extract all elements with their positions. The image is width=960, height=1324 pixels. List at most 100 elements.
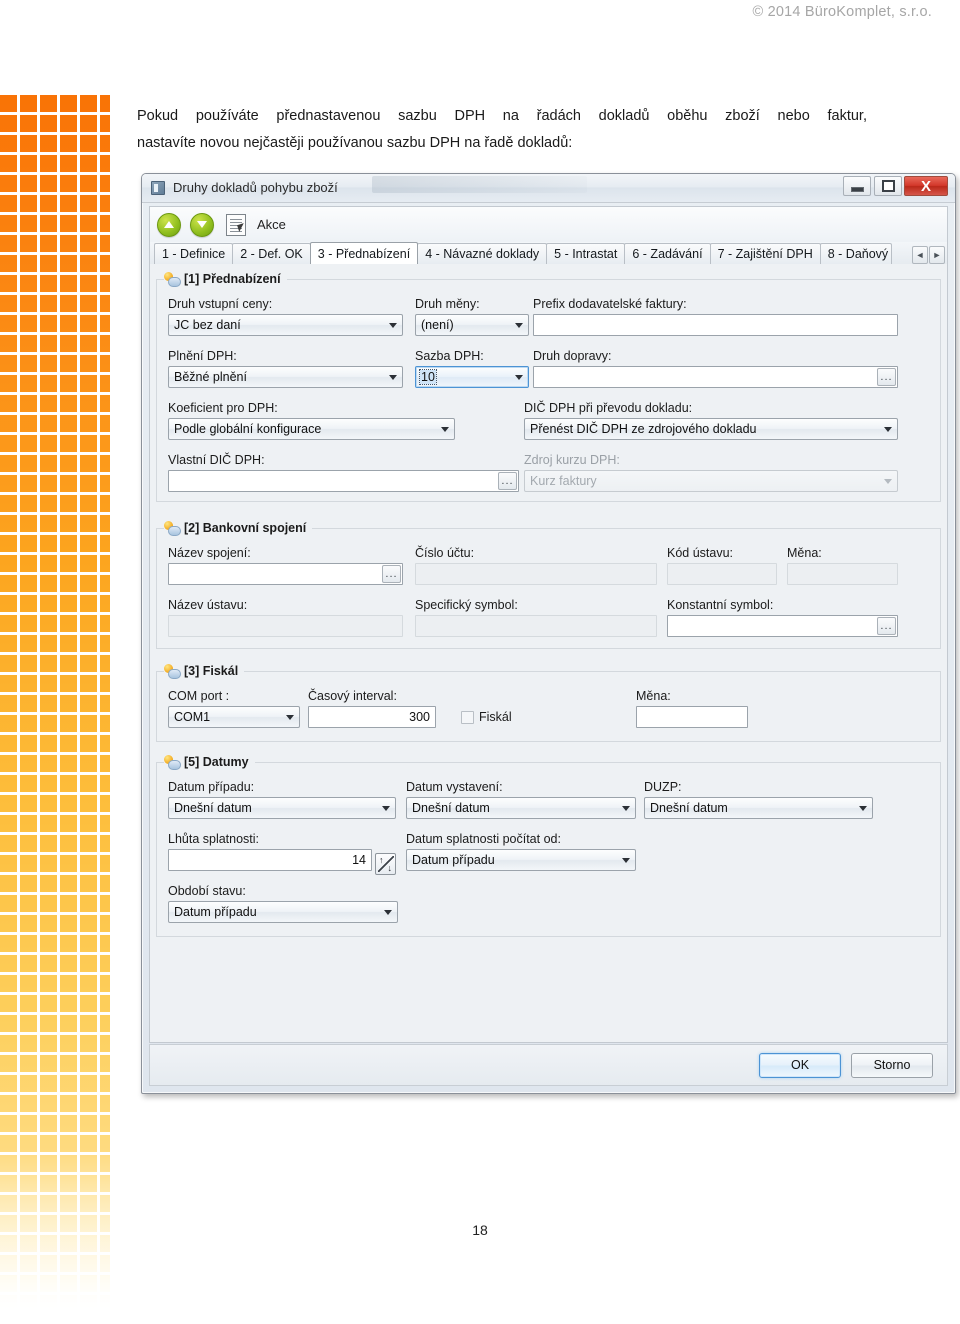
sun-cloud-icon bbox=[164, 272, 181, 287]
group-title-text: [1] Přednabízení bbox=[184, 272, 281, 286]
arrow-down-icon bbox=[197, 221, 207, 228]
field-cislo-uctu: Číslo účtu: bbox=[415, 546, 657, 585]
tab-3-prednabizeni[interactable]: 3 - Přednabízení bbox=[309, 242, 419, 264]
combo-druh-vstupni-ceny[interactable]: JC bez daní bbox=[168, 314, 403, 336]
combo-plneni-dph[interactable]: Běžné plnění bbox=[168, 366, 403, 388]
input-konstantni-symbol[interactable]: ... bbox=[667, 615, 898, 637]
field-nazev-ustavu: Název ústavu: bbox=[168, 598, 403, 637]
maximize-icon bbox=[875, 177, 901, 195]
input-vlastni-dic-dph[interactable]: ... bbox=[168, 470, 519, 492]
tab-5-intrastat[interactable]: 5 - Intrastat bbox=[546, 243, 626, 264]
combo-datum-vystaveni[interactable]: Dnešní datum bbox=[406, 797, 636, 819]
window-toolbar: Akce bbox=[149, 206, 948, 242]
combo-duzp[interactable]: Dnešní datum bbox=[644, 797, 873, 819]
field-mena-bank: Měna: bbox=[787, 546, 898, 585]
akce-menu-button[interactable]: Akce bbox=[257, 217, 286, 232]
browse-dots-button[interactable]: ... bbox=[498, 472, 517, 490]
label-cislo-uctu: Číslo účtu: bbox=[415, 546, 475, 560]
input-mena-fiskal[interactable] bbox=[636, 706, 748, 728]
checkbox-box-icon bbox=[461, 710, 474, 724]
label-obdobi-stavu: Období stavu: bbox=[168, 884, 246, 898]
tab-2-def-ok[interactable]: 2 - Def. OK bbox=[232, 243, 311, 264]
chevron-down-icon bbox=[389, 375, 397, 380]
checkbox-fiskal[interactable]: Fiskál bbox=[461, 710, 512, 724]
maximize-button[interactable] bbox=[874, 176, 902, 196]
paragraph-line-1: Pokud používáte přednastavenou sazbu DPH… bbox=[137, 108, 867, 124]
field-datum-vystaveni: Datum vystavení: Dnešní datum bbox=[406, 780, 636, 819]
tab-7-zajisteni-dph[interactable]: 7 - Zajištění DPH bbox=[709, 243, 821, 264]
storno-button[interactable]: Storno bbox=[851, 1052, 933, 1078]
ok-button[interactable]: OK bbox=[759, 1052, 841, 1078]
combo-obdobi-stavu[interactable]: Datum případu bbox=[168, 901, 398, 923]
input-lhuta-splatnosti[interactable]: 14 bbox=[168, 849, 372, 871]
chevron-down-icon bbox=[384, 910, 392, 915]
field-datum-pripadu: Datum případu: Dnešní datum bbox=[168, 780, 396, 819]
group-title-text: [3] Fiskál bbox=[184, 664, 239, 678]
decorative-grid-pattern bbox=[0, 95, 110, 1324]
field-vlastni-dic-dph: Vlastní DIČ DPH: ... bbox=[168, 453, 519, 492]
tab-6-zadavani[interactable]: 6 - Zadávání bbox=[624, 243, 711, 264]
combo-value: COM1 bbox=[174, 710, 211, 724]
input-casovy-interval[interactable]: 300 bbox=[308, 706, 436, 728]
tab-scroll-right-button[interactable]: ► bbox=[929, 246, 945, 264]
label-casovy-interval: Časový interval: bbox=[308, 689, 397, 703]
field-fiskal-checkbox: Fiskál bbox=[461, 710, 512, 724]
tab-1-definice[interactable]: 1 - Definice bbox=[154, 243, 234, 264]
document-cursor-icon[interactable] bbox=[226, 213, 246, 236]
browse-dots-button[interactable]: ... bbox=[877, 617, 896, 635]
field-casovy-interval: Časový interval: 300 bbox=[308, 689, 436, 728]
label-specificky-symbol: Specifický symbol: bbox=[415, 598, 518, 612]
combo-datum-pripadu[interactable]: Dnešní datum bbox=[168, 797, 396, 819]
combo-dic-dph-prevod[interactable]: Přenést DIČ DPH ze zdrojového dokladu bbox=[524, 418, 898, 440]
group-prednabizeni: [1] Přednabízení Druh vstupní ceny: JC b… bbox=[156, 270, 941, 502]
sun-cloud-icon bbox=[164, 755, 181, 770]
group-title-bankovni-spojeni: [2] Bankovní spojení bbox=[164, 519, 313, 537]
combo-sazba-dph[interactable]: 10 bbox=[415, 366, 529, 388]
browse-dots-button[interactable]: ... bbox=[877, 368, 896, 386]
move-down-button[interactable] bbox=[190, 212, 214, 237]
input-prefix-faktury[interactable] bbox=[533, 314, 898, 336]
combo-datum-splatnosti-od[interactable]: Datum případu bbox=[406, 849, 636, 871]
label-kod-ustavu: Kód ústavu: bbox=[667, 546, 734, 560]
group-bankovni-spojeni: [2] Bankovní spojení Název spojení: ... … bbox=[156, 519, 941, 649]
tab-8-danovy[interactable]: 8 - Daňový bbox=[819, 243, 892, 264]
combo-com-port[interactable]: COM1 bbox=[168, 706, 300, 728]
field-kod-ustavu: Kód ústavu: bbox=[667, 546, 777, 585]
label-prefix-faktury: Prefix dodavatelské faktury: bbox=[533, 297, 687, 311]
field-sazba-dph: Sazba DPH: 10 bbox=[415, 349, 529, 388]
combo-value: JC bez daní bbox=[174, 318, 241, 332]
tab-scroll-left-button[interactable]: ◄ bbox=[912, 246, 928, 264]
combo-value: Přenést DIČ DPH ze zdrojového dokladu bbox=[530, 422, 757, 436]
close-icon: X bbox=[920, 177, 931, 195]
label-sazba-dph: Sazba DPH: bbox=[415, 349, 484, 363]
input-nazev-spojeni[interactable]: ... bbox=[168, 563, 403, 585]
chevron-down-icon bbox=[884, 427, 892, 432]
chevron-down-icon bbox=[859, 806, 867, 811]
combo-value: Datum případu bbox=[174, 905, 257, 919]
sun-cloud-icon bbox=[164, 664, 181, 679]
input-druh-dopravy[interactable]: ... bbox=[533, 366, 898, 388]
tab-strip: 1 - Definice 2 - Def. OK 3 - Přednabízen… bbox=[149, 242, 948, 264]
minimize-button[interactable] bbox=[843, 176, 871, 196]
label-zdroj-kurzu-dph: Zdroj kurzu DPH: bbox=[524, 453, 620, 467]
tab-4-navazne-doklady[interactable]: 4 - Návazné doklady bbox=[417, 243, 548, 264]
label-lhuta-splatnosti: Lhůta splatnosti: bbox=[168, 832, 260, 846]
sun-cloud-icon bbox=[164, 521, 181, 536]
combo-druh-meny[interactable]: (není) bbox=[415, 314, 529, 336]
field-obdobi-stavu: Období stavu: Datum případu bbox=[168, 884, 398, 923]
input-mena-bank bbox=[787, 563, 898, 585]
field-druh-vstupni-ceny: Druh vstupní ceny: JC bez daní bbox=[168, 297, 403, 336]
group-title-fiskal: [3] Fiskál bbox=[164, 662, 245, 680]
minimize-icon bbox=[844, 177, 870, 195]
spinner-updown-icon[interactable]: ↑ ↓ bbox=[375, 853, 396, 875]
combo-koeficient-dph[interactable]: Podle globální konfigurace bbox=[168, 418, 455, 440]
move-up-button[interactable] bbox=[157, 212, 181, 237]
spinner-lhuta-splatnosti[interactable]: ↑ ↓ bbox=[375, 853, 396, 875]
group-title-text: [2] Bankovní spojení bbox=[184, 521, 307, 535]
label-dic-dph-prevod: DIČ DPH při převodu dokladu: bbox=[524, 401, 693, 415]
checkbox-label: Fiskál bbox=[479, 710, 512, 724]
close-button[interactable]: X bbox=[904, 176, 948, 196]
field-zdroj-kurzu-dph: Zdroj kurzu DPH: Kurz faktury bbox=[524, 453, 898, 492]
browse-dots-button[interactable]: ... bbox=[382, 565, 401, 583]
application-icon bbox=[151, 181, 165, 195]
